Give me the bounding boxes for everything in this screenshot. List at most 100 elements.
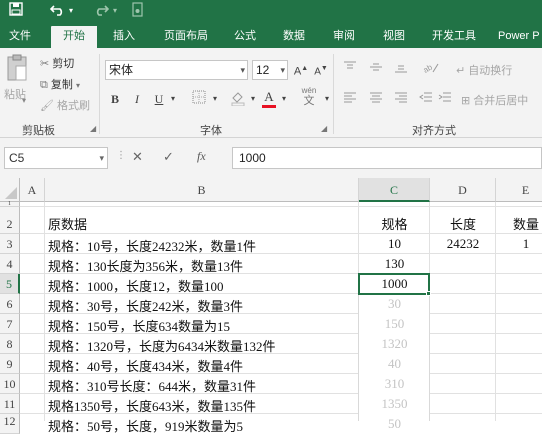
- font-color-button[interactable]: A: [262, 88, 276, 108]
- bold-button[interactable]: B: [108, 90, 122, 108]
- column-header-d[interactable]: D: [430, 178, 496, 202]
- orientation-icon[interactable]: ab: [420, 60, 442, 79]
- tab-formulas[interactable]: 公式: [227, 26, 263, 48]
- touch-mode-icon[interactable]: [131, 2, 145, 23]
- copy-button[interactable]: ⧉ 复制 ▾: [40, 76, 80, 92]
- paste-dropdown-icon[interactable]: ▾: [22, 96, 26, 105]
- tab-power-pivot[interactable]: Power P: [498, 26, 542, 48]
- undo-dropdown-icon[interactable]: ▾: [69, 2, 73, 20]
- column-header-c[interactable]: C: [359, 178, 430, 202]
- align-left-icon[interactable]: [342, 90, 358, 109]
- tab-home[interactable]: 开始: [51, 26, 97, 48]
- cell-d2[interactable]: 长度: [430, 214, 496, 233]
- scissors-icon: ✂: [40, 58, 50, 70]
- row-header[interactable]: 5: [0, 274, 20, 294]
- formula-value: 1000: [239, 151, 266, 165]
- tab-review[interactable]: 审阅: [326, 26, 362, 48]
- cut-label: 剪切: [52, 58, 75, 70]
- insert-function-icon[interactable]: fx: [197, 149, 206, 164]
- align-middle-icon[interactable]: [368, 60, 384, 79]
- worksheet-grid[interactable]: A B C D E 1 2 3 4 5 6 7 8 9 10 11 12 原数据…: [0, 178, 542, 434]
- redo-dropdown-icon[interactable]: ▾: [113, 2, 117, 20]
- row-header[interactable]: 7: [0, 314, 20, 334]
- formula-input[interactable]: 1000: [232, 147, 542, 169]
- align-right-icon[interactable]: [393, 90, 409, 109]
- cell-b12[interactable]: 规格：50号，长度，919米数量为5: [48, 416, 243, 435]
- cell-b7[interactable]: 规格：150号，长度634数量为15: [48, 316, 230, 335]
- cell-b9[interactable]: 规格：40号，长度434米，数量4件: [48, 356, 243, 375]
- flash-fill-suggestion: 1350: [381, 396, 408, 411]
- name-box[interactable]: C5 ▾: [4, 147, 108, 169]
- font-size-combo[interactable]: 12 ▾: [252, 60, 288, 80]
- cell-b11[interactable]: 规格1350号，长度643米，数量135件: [48, 396, 256, 415]
- fill-color-dropdown-icon[interactable]: ▾: [248, 90, 258, 108]
- row-header[interactable]: 10: [0, 374, 20, 394]
- cell-c5[interactable]: 1000: [359, 276, 430, 292]
- ribbon-tab-bar: 文件 开始 插入 页面布局 公式 数据 审阅 视图 开发工具 Power P: [0, 22, 542, 48]
- row-header[interactable]: 3: [0, 234, 20, 254]
- cell-b2[interactable]: 原数据: [48, 214, 87, 233]
- align-center-icon[interactable]: [368, 90, 384, 109]
- font-name-combo[interactable]: 宋体 ▾: [105, 60, 248, 80]
- paste-button[interactable]: [4, 54, 30, 84]
- copy-label: 复制: [50, 79, 73, 91]
- cell-e2[interactable]: 数量: [496, 214, 542, 233]
- cut-button[interactable]: ✂ 剪切: [40, 55, 74, 71]
- phonetic-dropdown-icon[interactable]: ▾: [322, 90, 332, 108]
- cell-c3[interactable]: 10: [359, 236, 430, 252]
- fill-color-icon[interactable]: [229, 90, 247, 111]
- decrease-font-size-icon[interactable]: A▼: [313, 60, 329, 81]
- tab-developer[interactable]: 开发工具: [424, 26, 484, 48]
- cell-e3[interactable]: 1: [496, 236, 542, 252]
- row-header[interactable]: 12: [0, 414, 20, 434]
- row-header[interactable]: 11: [0, 394, 20, 414]
- decrease-indent-icon[interactable]: [418, 90, 434, 109]
- align-top-icon[interactable]: [342, 60, 358, 79]
- tab-data[interactable]: 数据: [276, 26, 312, 48]
- tab-insert[interactable]: 插入: [106, 26, 142, 48]
- borders-dropdown-icon[interactable]: ▾: [210, 90, 220, 108]
- tab-file[interactable]: 文件: [4, 26, 36, 48]
- cell-c2[interactable]: 规格: [359, 214, 430, 233]
- underline-dropdown-icon[interactable]: ▾: [168, 90, 178, 108]
- row-header[interactable]: 6: [0, 294, 20, 314]
- floppy-disk-icon[interactable]: [9, 2, 23, 21]
- cell-b4[interactable]: 规格：130长度为356米，数量13件: [48, 256, 243, 275]
- flash-fill-suggestion: 1320: [381, 336, 408, 351]
- cell-d3[interactable]: 24232: [430, 236, 496, 252]
- column-header-e[interactable]: E: [496, 178, 542, 202]
- phonetic-guide-button[interactable]: wén 文: [296, 86, 322, 107]
- row-header[interactable]: 9: [0, 354, 20, 374]
- copy-dropdown-icon: ▾: [75, 81, 80, 90]
- clipboard-launcher-icon[interactable]: ◢: [90, 124, 96, 133]
- column-header-b[interactable]: B: [45, 178, 359, 202]
- cell-b8[interactable]: 规格：1320号，长度为6434米数量132件: [48, 336, 276, 355]
- cancel-icon[interactable]: ✕: [132, 149, 143, 165]
- align-bottom-icon[interactable]: [393, 60, 409, 79]
- font-launcher-icon[interactable]: ◢: [321, 124, 327, 133]
- undo-icon[interactable]: [49, 2, 66, 21]
- format-painter-button[interactable]: 🖌 格式刷: [40, 97, 90, 113]
- cell-b6[interactable]: 规格：30号，长度242米，数量3件: [48, 296, 243, 315]
- tab-page-layout[interactable]: 页面布局: [156, 26, 216, 48]
- select-all-button[interactable]: [0, 178, 20, 202]
- borders-icon[interactable]: [190, 90, 208, 109]
- wrap-text-button[interactable]: ↵ 自动换行: [456, 62, 512, 78]
- row-header[interactable]: 4: [0, 254, 20, 274]
- font-color-dropdown-icon[interactable]: ▾: [279, 90, 289, 108]
- column-header-a[interactable]: A: [20, 178, 45, 202]
- row-header[interactable]: 2: [0, 207, 20, 234]
- cell-c4[interactable]: 130: [359, 256, 430, 272]
- increase-font-size-icon[interactable]: A▲: [293, 60, 309, 81]
- enter-icon[interactable]: ✓: [163, 149, 174, 165]
- increase-indent-icon[interactable]: [437, 90, 453, 109]
- cell-b5[interactable]: 规格：1000，长度12，数量100: [48, 276, 224, 295]
- italic-button[interactable]: I: [130, 90, 144, 108]
- merge-center-button[interactable]: ⊞ 合并后居中: [461, 92, 528, 108]
- underline-button[interactable]: U: [152, 90, 166, 108]
- tab-view[interactable]: 视图: [376, 26, 412, 48]
- cell-b3[interactable]: 规格：10号，长度24232米，数量1件: [48, 236, 256, 255]
- cell-b10[interactable]: 规格：310号长度：644米，数量31件: [48, 376, 256, 395]
- redo-icon[interactable]: [93, 2, 110, 21]
- row-header[interactable]: 8: [0, 334, 20, 354]
